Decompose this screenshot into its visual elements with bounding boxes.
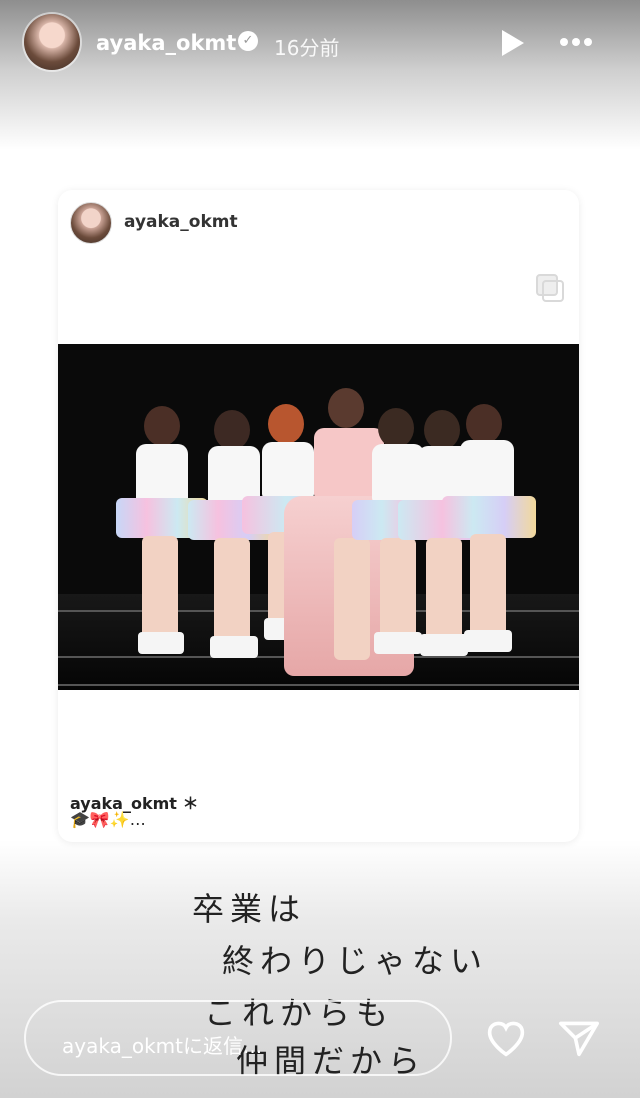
post-username: ayaka_okmt bbox=[124, 212, 238, 232]
heart-icon[interactable] bbox=[484, 1018, 528, 1058]
handwritten-line-2: 終わりじゃない bbox=[222, 942, 489, 980]
verified-badge-icon: ✓ bbox=[238, 31, 258, 51]
profile-avatar[interactable] bbox=[24, 14, 80, 70]
more-icon[interactable] bbox=[560, 31, 600, 51]
reply-input[interactable]: ayaka_okmtに返信... bbox=[24, 1000, 452, 1076]
story-time: 16分前 bbox=[274, 36, 340, 60]
send-icon[interactable] bbox=[556, 1018, 602, 1058]
handwritten-line-1: 卒業は bbox=[192, 890, 307, 928]
play-icon[interactable] bbox=[502, 30, 524, 56]
story-username[interactable]: ayaka_okmt bbox=[96, 31, 236, 55]
caption-text: 🎓🎀✨… bbox=[70, 810, 146, 829]
carousel-icon bbox=[536, 274, 564, 302]
shared-post-card[interactable]: ayaka_okmt ayaka_okmt ＊ 🎓🎀✨… bbox=[58, 190, 579, 842]
post-avatar bbox=[70, 202, 112, 244]
reply-placeholder: ayaka_okmtに返信... bbox=[62, 1034, 263, 1058]
post-photo bbox=[58, 344, 579, 690]
story-header: ayaka_okmt ✓ 16分前 bbox=[0, 0, 640, 90]
